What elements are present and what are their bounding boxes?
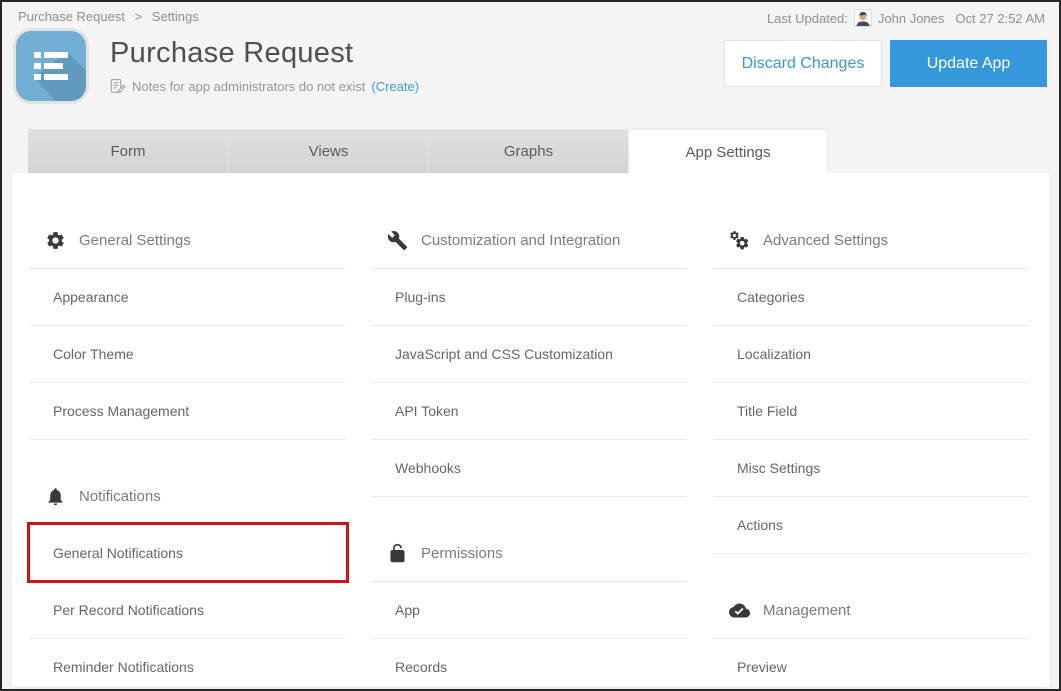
settings-item-appearance[interactable]: Appearance: [29, 269, 345, 326]
breadcrumb-current-page: Settings: [152, 9, 199, 24]
section-permissions: Permissions AppRecords: [371, 526, 687, 687]
settings-item-reminder-notifications[interactable]: Reminder Notifications: [29, 639, 345, 687]
app-icon: [16, 31, 86, 101]
settings-item-localization[interactable]: Localization: [713, 326, 1029, 383]
section-title: Customization and Integration: [421, 232, 620, 249]
settings-item-actions[interactable]: Actions: [713, 497, 1029, 554]
settings-item-plug-ins[interactable]: Plug-ins: [371, 269, 687, 326]
settings-item-app[interactable]: App: [371, 582, 687, 639]
tab-graphs[interactable]: Graphs: [428, 129, 628, 173]
section-heading-general-settings: General Settings: [29, 213, 345, 269]
create-notes-link[interactable]: (Create): [371, 79, 419, 94]
section-general-settings: General Settings AppearanceColor ThemePro…: [29, 213, 345, 440]
highlight-annotation: [27, 522, 349, 583]
gear-icon: [45, 230, 66, 251]
section-title: Permissions: [421, 545, 503, 562]
section-management: Management Preview: [713, 583, 1029, 687]
bell-icon: [45, 486, 66, 507]
settings-item-categories[interactable]: Categories: [713, 269, 1029, 326]
note-edit-icon: [110, 78, 126, 94]
section-title: General Settings: [79, 232, 191, 249]
app-settings-panel: General Settings AppearanceColor ThemePro…: [12, 173, 1050, 687]
tab-form[interactable]: Form: [28, 129, 228, 173]
section-heading-permissions: Permissions: [371, 526, 687, 582]
admin-notes-text: Notes for app administrators do not exis…: [132, 79, 365, 94]
update-app-button[interactable]: Update App: [890, 40, 1047, 87]
last-updated-time: Oct 27 2:52 AM: [955, 11, 1045, 26]
app-settings-page: Purchase Request > Settings Last Updated…: [0, 0, 1061, 691]
topbar: Purchase Request > Settings Last Updated…: [2, 2, 1059, 28]
last-updated: Last Updated: John Jones Oct 27 2:52 AM: [767, 9, 1045, 27]
breadcrumb: Purchase Request > Settings: [18, 9, 205, 24]
header-text: Purchase Request Notes for app administr…: [110, 30, 724, 129]
page-title: Purchase Request: [110, 37, 724, 70]
tab-bar: FormViewsGraphsApp Settings: [28, 129, 1059, 173]
lock-open-icon: [387, 543, 408, 564]
section-title: Management: [763, 602, 851, 619]
settings-item-misc-settings[interactable]: Misc Settings: [713, 440, 1029, 497]
section-heading-advanced-settings: Advanced Settings: [713, 213, 1029, 269]
settings-column-2: Customization and Integration Plug-insJav…: [371, 173, 687, 687]
settings-item-general-notifications[interactable]: General Notifications: [29, 525, 345, 582]
settings-item-per-record-notifications[interactable]: Per Record Notifications: [29, 582, 345, 639]
settings-item-title-field[interactable]: Title Field: [713, 383, 1029, 440]
last-updated-label: Last Updated:: [767, 11, 848, 26]
settings-item-process-management[interactable]: Process Management: [29, 383, 345, 440]
section-advanced-settings: Advanced Settings CategoriesLocalizationT…: [713, 213, 1029, 554]
tab-views[interactable]: Views: [228, 129, 428, 173]
settings-item-webhooks[interactable]: Webhooks: [371, 440, 687, 497]
discard-changes-button[interactable]: Discard Changes: [724, 40, 882, 87]
gears-icon: [729, 230, 750, 251]
cloud-check-icon: [729, 600, 750, 621]
breadcrumb-app-link[interactable]: Purchase Request: [18, 9, 125, 24]
app-header: Purchase Request Notes for app administr…: [2, 28, 1059, 129]
section-title: Advanced Settings: [763, 232, 888, 249]
wrench-icon: [387, 230, 408, 251]
settings-item-records[interactable]: Records: [371, 639, 687, 687]
section-heading-management: Management: [713, 583, 1029, 639]
settings-item-color-theme[interactable]: Color Theme: [29, 326, 345, 383]
header-buttons: Discard Changes Update App: [724, 40, 1047, 129]
settings-item-preview[interactable]: Preview: [713, 639, 1029, 687]
settings-item-javascript-and-css-customization[interactable]: JavaScript and CSS Customization: [371, 326, 687, 383]
section-notifications: Notifications General NotificationsPer Re…: [29, 469, 345, 687]
section-heading-notifications: Notifications: [29, 469, 345, 525]
settings-item-api-token[interactable]: API Token: [371, 383, 687, 440]
section-customization-and-integration: Customization and Integration Plug-insJav…: [371, 213, 687, 497]
admin-notes-line: Notes for app administrators do not exis…: [110, 78, 724, 94]
settings-column-1: General Settings AppearanceColor ThemePro…: [29, 173, 345, 687]
last-updated-user: John Jones: [878, 11, 945, 26]
avatar: [854, 9, 872, 27]
settings-column-3: Advanced Settings CategoriesLocalizationT…: [713, 173, 1029, 687]
breadcrumb-separator: >: [135, 9, 143, 24]
section-title: Notifications: [79, 488, 161, 505]
section-heading-customization-and-integration: Customization and Integration: [371, 213, 687, 269]
tab-app-settings[interactable]: App Settings: [628, 129, 828, 174]
